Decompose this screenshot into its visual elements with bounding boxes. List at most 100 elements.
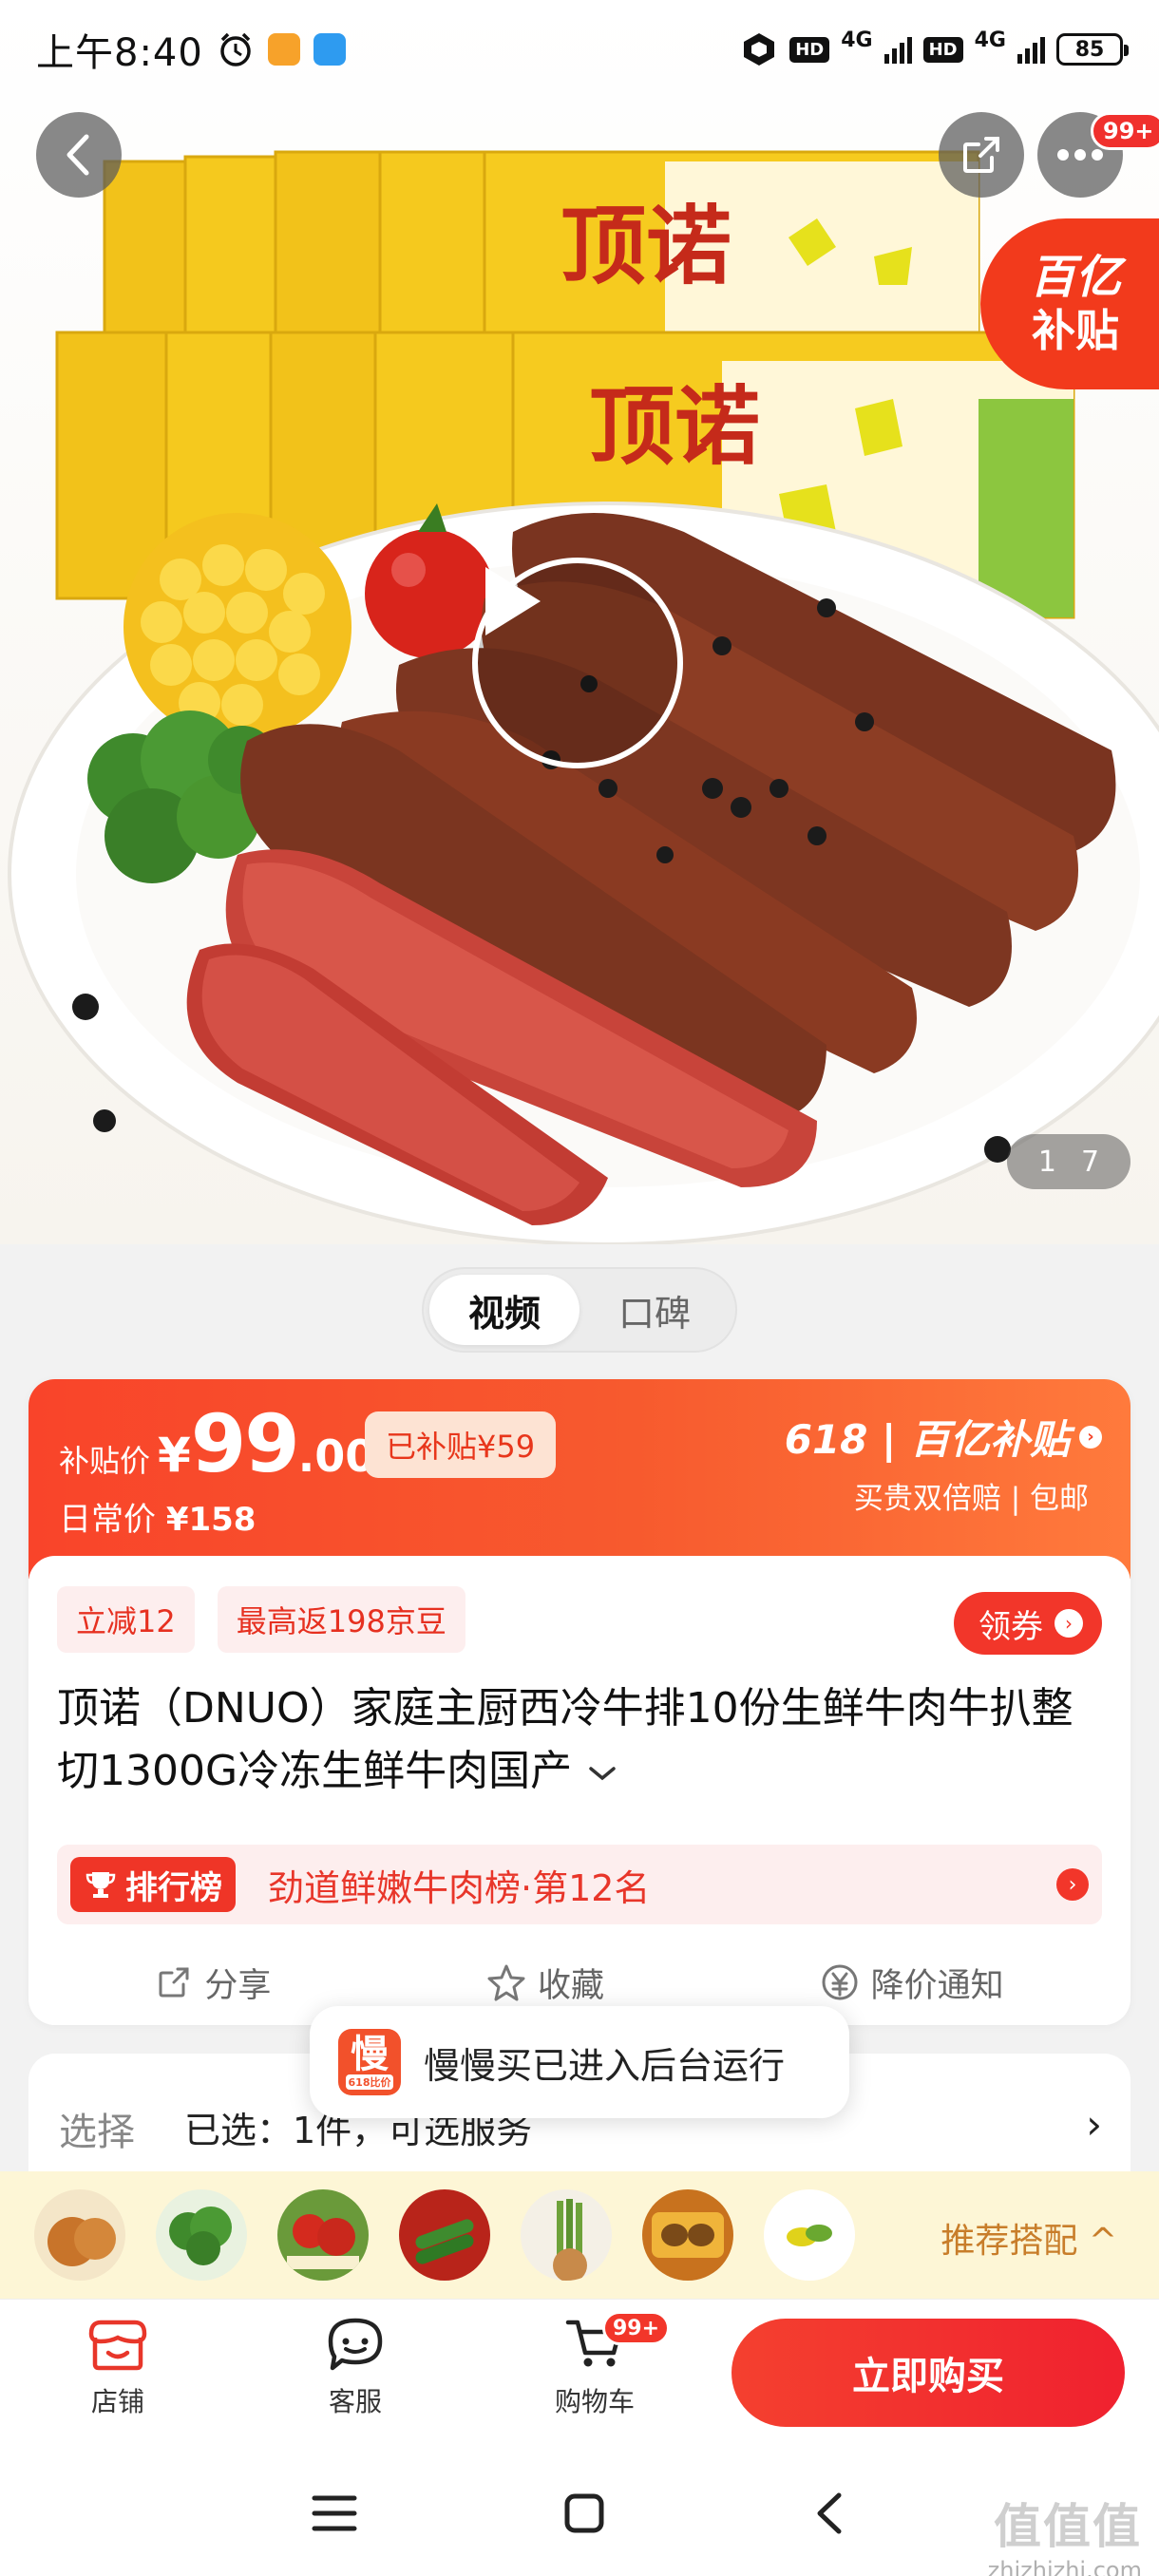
reco-item-tomato[interactable] <box>277 2189 369 2281</box>
subsidized-amount-pill: 已补贴¥59 <box>365 1411 557 1478</box>
media-tab-switcher: 视频 口碑 <box>422 1267 737 1353</box>
background-run-toast: 慢 618比价 慢慢买已进入后台运行 <box>310 2006 849 2118</box>
reco-item-pepper[interactable] <box>764 2189 855 2281</box>
store-icon <box>88 2320 147 2371</box>
watermark-url: zhizhizhi.com <box>987 2557 1142 2576</box>
menu-icon[interactable] <box>311 2492 358 2534</box>
subsidy-tag-line2: 补贴 <box>1032 305 1119 356</box>
star-icon <box>487 1964 525 2001</box>
recommended-pairings[interactable]: 推荐搭配 ^ <box>0 2171 1159 2299</box>
message-count-badge: 99+ <box>1091 112 1159 150</box>
hd-indicator: HD <box>789 36 830 63</box>
reco-item-broccoli[interactable] <box>156 2189 247 2281</box>
price-banner: 补贴价 ¥ 99 .00 已补贴¥59 日常价 ¥158 618 | 百亿补贴 … <box>28 1379 1130 1579</box>
favorite-action[interactable]: 收藏 <box>486 1959 604 2007</box>
favorite-label: 收藏 <box>537 1966 604 2005</box>
cart-button[interactable]: 购物车 99+ <box>528 2311 671 2419</box>
share-action[interactable]: 分享 <box>155 1959 271 2007</box>
alarm-icon <box>220 32 251 66</box>
image-page-indicator: 1 7 <box>1007 1134 1130 1189</box>
reco-item-cucumber[interactable] <box>399 2189 490 2281</box>
ranking-badge: 排行榜 <box>70 1857 236 1912</box>
reco-item-onion[interactable] <box>34 2189 125 2281</box>
toast-icon-sub: 618比价 <box>345 2074 394 2090</box>
buy-now-button[interactable]: 立即购买 <box>732 2319 1125 2427</box>
promo-guarantee: 买贵双倍赔 | 包邮 <box>853 1482 1089 1516</box>
more-dots-icon <box>1057 149 1103 161</box>
toast-icon-text: 慢 <box>351 2033 389 2076</box>
play-icon <box>485 567 541 635</box>
ranking-bar[interactable]: 排行榜 劲道鲜嫩牛肉榜·第12名 › <box>57 1845 1102 1924</box>
promo-brand[interactable]: 618 | 百亿补贴 › <box>785 1408 1102 1466</box>
notification-app-icon <box>313 33 346 66</box>
watermark: 值值值 zhizhizhi.com <box>988 2489 1142 2576</box>
watermark-logo: 值值值 <box>994 2499 1142 2554</box>
chevron-down-icon <box>589 1767 616 1781</box>
toast-message: 慢慢买已进入后台运行 <box>424 2044 786 2087</box>
nfc-icon <box>744 33 775 66</box>
subsidy-price: 补贴价 ¥ 99 .00 <box>59 1404 375 1484</box>
chevron-right-icon: › <box>1086 2101 1102 2148</box>
billion-subsidy-badge: 百亿 补贴 <box>980 218 1159 389</box>
chevron-left-icon <box>66 134 89 176</box>
get-coupon-button[interactable]: 领券 › <box>954 1592 1102 1655</box>
network-type: 4G <box>974 28 1006 52</box>
service-label: 客服 <box>328 2386 382 2417</box>
status-time: 上午8:40 <box>36 31 203 75</box>
share-icon <box>963 137 999 173</box>
home-icon[interactable] <box>561 2491 607 2536</box>
daily-price-label: 日常价 <box>59 1501 156 1539</box>
ranking-badge-label: 排行榜 <box>125 1868 222 1907</box>
battery-icon: 85 <box>1056 33 1129 66</box>
reco-item-sweet-potato[interactable] <box>642 2189 733 2281</box>
product-info: 立减12 最高返198京豆 领券 › 顶诺（DNUO）家庭主厨西冷牛排10份生鲜… <box>28 1556 1130 2025</box>
manmanmai-app-icon: 慢 618比价 <box>338 2029 401 2095</box>
tab-video[interactable]: 视频 <box>429 1275 580 1345</box>
price-integer: 99 <box>190 1397 300 1490</box>
daily-price: 日常价 ¥158 <box>59 1493 256 1540</box>
cart-label: 购物车 <box>554 2386 635 2417</box>
status-bar: 上午8:40 HD 4G HD 4G 85 <box>0 0 1159 99</box>
notification-app-icon <box>267 33 300 66</box>
back-icon[interactable] <box>810 2490 848 2537</box>
hd-indicator: HD <box>922 36 963 63</box>
promo-tags: 立减12 最高返198京豆 <box>57 1586 466 1653</box>
price-alert-label: 降价通知 <box>870 1966 1004 2005</box>
tab-reviews[interactable]: 口碑 <box>580 1275 730 1345</box>
share-button[interactable] <box>939 112 1024 198</box>
chat-icon <box>328 2318 383 2371</box>
product-title[interactable]: 顶诺（DNUO）家庭主厨西冷牛排10份生鲜牛肉牛扒整切1300G冷冻生鲜牛肉国产 <box>57 1677 1102 1803</box>
reco-item-asparagus[interactable] <box>521 2189 612 2281</box>
back-button[interactable] <box>36 112 122 198</box>
signal-icon <box>1017 35 1045 64</box>
play-video-button[interactable] <box>472 558 683 768</box>
discount-tag[interactable]: 立减12 <box>57 1586 195 1653</box>
promo-brand-text: 618 | 百亿补贴 <box>784 1416 1070 1463</box>
store-label: 店铺 <box>90 2386 144 2417</box>
store-button[interactable]: 店铺 <box>51 2317 184 2419</box>
bottom-action-bar: 店铺 客服 购物车 99+ 立即购买 <box>0 2299 1159 2451</box>
network-type: 4G <box>841 28 873 52</box>
signal-icon <box>884 35 912 64</box>
page-current: 1 <box>1037 1145 1056 1179</box>
jingdou-tag[interactable]: 最高返198京豆 <box>217 1586 466 1653</box>
product-title-text: 顶诺（DNUO）家庭主厨西冷牛排10份生鲜牛肉牛扒整切1300G冷冻生鲜牛肉国产 <box>57 1684 1074 1795</box>
subsidy-tag-line1: 百亿 <box>1029 251 1121 304</box>
chevron-right-icon: › <box>1079 1425 1102 1449</box>
ranking-text: 劲道鲜嫩牛肉榜·第12名 <box>268 1866 651 1909</box>
recommended-pairing-label[interactable]: 推荐搭配 ^ <box>940 2213 1117 2263</box>
price-label: 补贴价 <box>59 1443 151 1479</box>
daily-price-value: ¥158 <box>165 1501 256 1539</box>
price-alert-action[interactable]: 降价通知 <box>820 1959 1004 2007</box>
price-card: 补贴价 ¥ 99 .00 已补贴¥59 日常价 ¥158 618 | 百亿补贴 … <box>28 1379 1130 2025</box>
coupon-label: 领券 <box>978 1607 1043 1646</box>
cart-count-badge: 99+ <box>602 2311 671 2345</box>
select-label: 选择 <box>59 2111 135 2154</box>
chevron-right-icon: › <box>1056 1868 1089 1901</box>
trophy-icon <box>86 1872 116 1898</box>
customer-service-button[interactable]: 客服 <box>289 2317 422 2419</box>
system-navigation-bar <box>0 2451 1159 2576</box>
share-icon <box>159 1967 189 1998</box>
page-total: 7 <box>1081 1145 1100 1179</box>
svg-text:顶诺: 顶诺 <box>589 381 760 475</box>
